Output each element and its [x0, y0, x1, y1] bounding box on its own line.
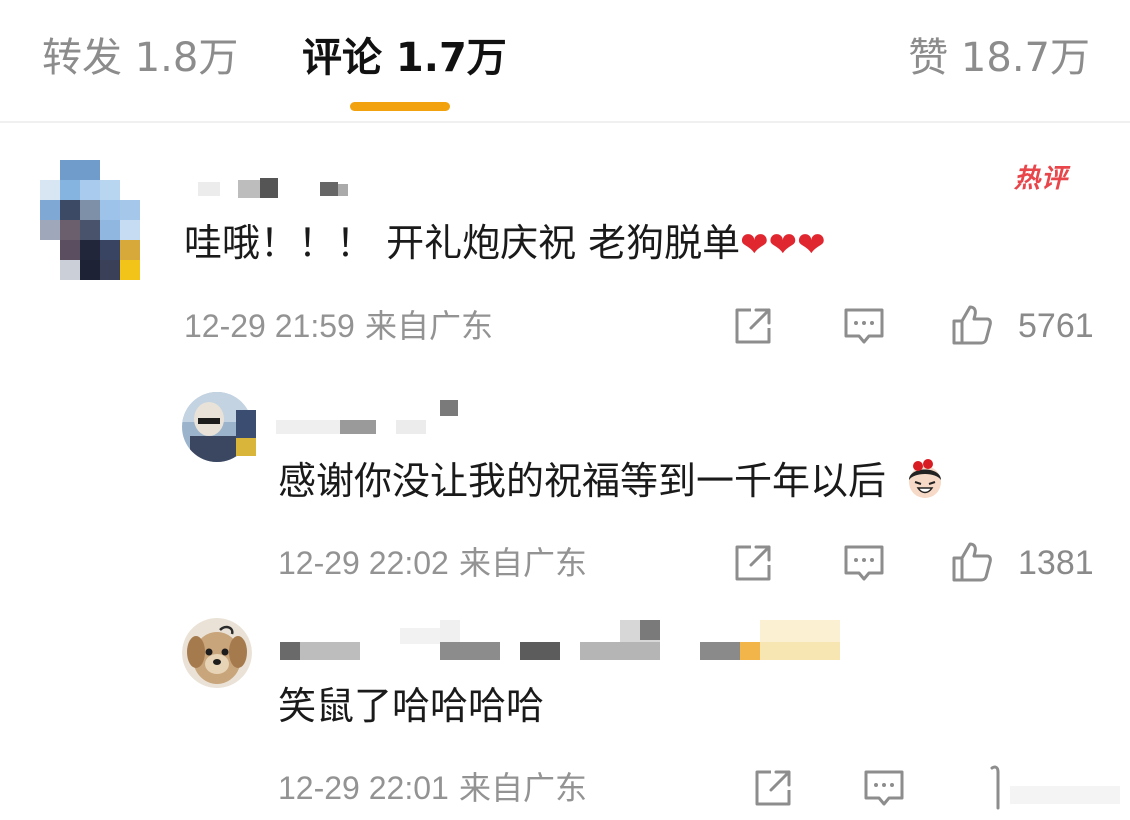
heart-emoji-icon: ❤❤❤	[740, 225, 826, 265]
comment-meta: 12-29 22:01 来自广东	[278, 768, 587, 808]
comment-body: 笑鼠了哈哈哈哈	[278, 684, 545, 728]
comment-body: 哇哦！！！ 开礼炮庆祝 老狗脱单	[184, 221, 741, 265]
share-icon[interactable]	[731, 541, 775, 585]
username-redacted[interactable]	[198, 178, 358, 198]
tab-repost[interactable]: 转发 1.8万	[42, 30, 238, 86]
thumbs-up-icon[interactable]	[950, 303, 994, 347]
tab-likes[interactable]: 赞 18.7万	[908, 30, 1090, 86]
reply-icon[interactable]	[842, 304, 886, 348]
like-count: 1381	[1018, 544, 1094, 582]
comment-meta: 12-29 22:02 来自广东	[278, 543, 587, 583]
timestamp: 12-29 22:01	[278, 770, 449, 806]
reply-icon[interactable]	[862, 766, 906, 810]
share-icon[interactable]	[731, 304, 775, 348]
timestamp: 12-29 21:59	[184, 308, 355, 344]
avatar[interactable]	[40, 160, 140, 280]
location: 来自广东	[458, 544, 587, 582]
comment-text: 感谢你没让我的祝福等到一千年以后	[278, 456, 946, 506]
comment-text: 笑鼠了哈哈哈哈	[278, 681, 544, 731]
active-tab-indicator	[350, 102, 450, 111]
tab-comments[interactable]: 评论 1.7万	[302, 30, 507, 86]
dog-avatar[interactable]	[182, 618, 252, 688]
location: 来自广东	[458, 769, 587, 807]
like-count: 5761	[1018, 307, 1094, 345]
laugh-emoji-icon	[909, 459, 942, 498]
partial-like-area	[1010, 786, 1120, 806]
thumbs-up-icon[interactable]	[984, 764, 1006, 812]
comment-tabs: 转发 1.8万 评论 1.7万 赞 18.7万	[0, 0, 1130, 123]
thumbs-up-icon[interactable]	[950, 540, 994, 584]
username-redacted[interactable]	[236, 398, 466, 456]
tabs-divider	[0, 121, 1130, 123]
comment-text: 哇哦！！！ 开礼炮庆祝 老狗脱单❤❤❤	[184, 218, 826, 270]
comment-body: 感谢你没让我的祝福等到一千年以后	[278, 459, 887, 503]
username-redacted[interactable]	[280, 618, 840, 662]
reply-icon[interactable]	[842, 541, 886, 585]
hot-comment-badge: 热评	[1014, 164, 1069, 194]
comment-meta: 12-29 21:59 来自广东	[184, 306, 493, 346]
share-icon[interactable]	[751, 766, 795, 810]
location: 来自广东	[364, 307, 493, 345]
timestamp: 12-29 22:02	[278, 545, 449, 581]
